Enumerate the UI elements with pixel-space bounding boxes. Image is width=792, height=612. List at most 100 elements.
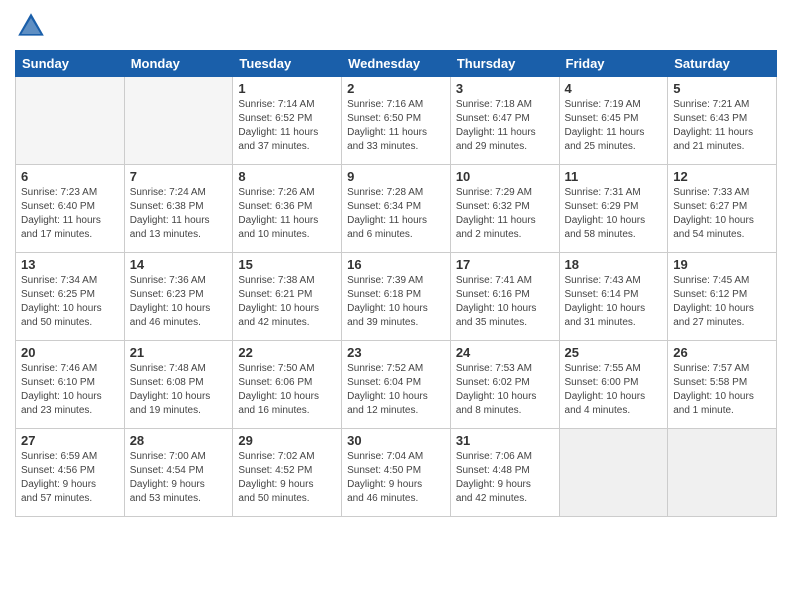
calendar-header: SundayMondayTuesdayWednesdayThursdayFrid… xyxy=(16,51,777,77)
week-row-4: 20Sunrise: 7:46 AM Sunset: 6:10 PM Dayli… xyxy=(16,341,777,429)
day-info: Sunrise: 7:14 AM Sunset: 6:52 PM Dayligh… xyxy=(238,98,336,154)
day-info: Sunrise: 7:31 AM Sunset: 6:29 PM Dayligh… xyxy=(565,186,663,242)
day-info: Sunrise: 7:26 AM Sunset: 6:36 PM Dayligh… xyxy=(238,186,336,242)
day-number: 18 xyxy=(565,257,663,272)
day-cell: 13 Sunrise: 7:34 AM Sunset: 6:25 PM Dayli… xyxy=(16,253,125,341)
day-number: 19 xyxy=(673,257,771,272)
day-info: Sunrise: 7:39 AM Sunset: 6:18 PM Dayligh… xyxy=(347,274,445,330)
day-cell: 16 Sunrise: 7:39 AM Sunset: 6:18 PM Dayli… xyxy=(342,253,451,341)
day-number: 29 xyxy=(238,433,336,448)
day-cell: 26 Sunrise: 7:57 AM Sunset: 5:58 PM Dayli… xyxy=(668,341,777,429)
day-number: 3 xyxy=(456,81,554,96)
day-number: 20 xyxy=(21,345,119,360)
calendar-body: 1 Sunrise: 7:14 AM Sunset: 6:52 PM Daylig… xyxy=(16,77,777,517)
day-info: Sunrise: 7:34 AM Sunset: 6:25 PM Dayligh… xyxy=(21,274,119,330)
day-cell: 22 Sunrise: 7:50 AM Sunset: 6:06 PM Dayli… xyxy=(233,341,342,429)
day-cell: 27 Sunrise: 6:59 AM Sunset: 4:56 PM Dayli… xyxy=(16,429,125,517)
day-info: Sunrise: 7:04 AM Sunset: 4:50 PM Dayligh… xyxy=(347,450,445,506)
day-info: Sunrise: 7:02 AM Sunset: 4:52 PM Dayligh… xyxy=(238,450,336,506)
day-cell: 20Sunrise: 7:46 AM Sunset: 6:10 PM Dayli… xyxy=(16,341,125,429)
day-number: 22 xyxy=(238,345,336,360)
day-number: 9 xyxy=(347,169,445,184)
day-cell xyxy=(16,77,125,165)
day-cell: 31 Sunrise: 7:06 AM Sunset: 4:48 PM Dayli… xyxy=(450,429,559,517)
day-cell: 21 Sunrise: 7:48 AM Sunset: 6:08 PM Dayli… xyxy=(124,341,233,429)
week-row-2: 6Sunrise: 7:23 AM Sunset: 6:40 PM Daylig… xyxy=(16,165,777,253)
day-cell: 28 Sunrise: 7:00 AM Sunset: 4:54 PM Dayli… xyxy=(124,429,233,517)
day-number: 8 xyxy=(238,169,336,184)
day-cell: 3Sunrise: 7:18 AM Sunset: 6:47 PM Daylig… xyxy=(450,77,559,165)
day-cell: 11Sunrise: 7:31 AM Sunset: 6:29 PM Dayli… xyxy=(559,165,668,253)
day-cell: 30 Sunrise: 7:04 AM Sunset: 4:50 PM Dayli… xyxy=(342,429,451,517)
day-info: Sunrise: 7:28 AM Sunset: 6:34 PM Dayligh… xyxy=(347,186,445,242)
day-cell: 8 Sunrise: 7:26 AM Sunset: 6:36 PM Daylig… xyxy=(233,165,342,253)
day-number: 31 xyxy=(456,433,554,448)
day-cell xyxy=(559,429,668,517)
weekday-header-wednesday: Wednesday xyxy=(342,51,451,77)
day-info: Sunrise: 7:24 AM Sunset: 6:38 PM Dayligh… xyxy=(130,186,228,242)
day-cell: 9 Sunrise: 7:28 AM Sunset: 6:34 PM Daylig… xyxy=(342,165,451,253)
day-info: Sunrise: 7:55 AM Sunset: 6:00 PM Dayligh… xyxy=(565,362,663,418)
day-info: Sunrise: 7:43 AM Sunset: 6:14 PM Dayligh… xyxy=(565,274,663,330)
day-number: 24 xyxy=(456,345,554,360)
day-number: 27 xyxy=(21,433,119,448)
day-number: 7 xyxy=(130,169,228,184)
weekday-header-tuesday: Tuesday xyxy=(233,51,342,77)
week-row-3: 13 Sunrise: 7:34 AM Sunset: 6:25 PM Dayli… xyxy=(16,253,777,341)
day-cell: 18 Sunrise: 7:43 AM Sunset: 6:14 PM Dayli… xyxy=(559,253,668,341)
day-number: 26 xyxy=(673,345,771,360)
day-info: Sunrise: 7:16 AM Sunset: 6:50 PM Dayligh… xyxy=(347,98,445,154)
day-number: 2 xyxy=(347,81,445,96)
day-number: 30 xyxy=(347,433,445,448)
day-info: Sunrise: 7:21 AM Sunset: 6:43 PM Dayligh… xyxy=(673,98,771,154)
day-number: 21 xyxy=(130,345,228,360)
day-number: 28 xyxy=(130,433,228,448)
day-info: Sunrise: 7:57 AM Sunset: 5:58 PM Dayligh… xyxy=(673,362,771,418)
day-info: Sunrise: 7:53 AM Sunset: 6:02 PM Dayligh… xyxy=(456,362,554,418)
page: SundayMondayTuesdayWednesdayThursdayFrid… xyxy=(0,0,792,527)
day-number: 13 xyxy=(21,257,119,272)
day-number: 1 xyxy=(238,81,336,96)
day-info: Sunrise: 6:59 AM Sunset: 4:56 PM Dayligh… xyxy=(21,450,119,506)
day-number: 10 xyxy=(456,169,554,184)
day-cell: 14 Sunrise: 7:36 AM Sunset: 6:23 PM Dayli… xyxy=(124,253,233,341)
day-info: Sunrise: 7:38 AM Sunset: 6:21 PM Dayligh… xyxy=(238,274,336,330)
day-info: Sunrise: 7:33 AM Sunset: 6:27 PM Dayligh… xyxy=(673,186,771,242)
day-info: Sunrise: 7:48 AM Sunset: 6:08 PM Dayligh… xyxy=(130,362,228,418)
weekday-header-saturday: Saturday xyxy=(668,51,777,77)
day-cell: 12Sunrise: 7:33 AM Sunset: 6:27 PM Dayli… xyxy=(668,165,777,253)
day-info: Sunrise: 7:19 AM Sunset: 6:45 PM Dayligh… xyxy=(565,98,663,154)
day-cell: 6Sunrise: 7:23 AM Sunset: 6:40 PM Daylig… xyxy=(16,165,125,253)
day-cell: 23Sunrise: 7:52 AM Sunset: 6:04 PM Dayli… xyxy=(342,341,451,429)
day-number: 14 xyxy=(130,257,228,272)
weekday-header-sunday: Sunday xyxy=(16,51,125,77)
day-cell: 10Sunrise: 7:29 AM Sunset: 6:32 PM Dayli… xyxy=(450,165,559,253)
header xyxy=(15,10,777,42)
logo-icon xyxy=(15,10,47,42)
day-info: Sunrise: 7:50 AM Sunset: 6:06 PM Dayligh… xyxy=(238,362,336,418)
calendar: SundayMondayTuesdayWednesdayThursdayFrid… xyxy=(15,50,777,517)
day-number: 16 xyxy=(347,257,445,272)
day-cell: 25 Sunrise: 7:55 AM Sunset: 6:00 PM Dayli… xyxy=(559,341,668,429)
day-number: 25 xyxy=(565,345,663,360)
day-number: 5 xyxy=(673,81,771,96)
day-info: Sunrise: 7:23 AM Sunset: 6:40 PM Dayligh… xyxy=(21,186,119,242)
day-info: Sunrise: 7:36 AM Sunset: 6:23 PM Dayligh… xyxy=(130,274,228,330)
day-cell: 24 Sunrise: 7:53 AM Sunset: 6:02 PM Dayli… xyxy=(450,341,559,429)
day-cell: 19Sunrise: 7:45 AM Sunset: 6:12 PM Dayli… xyxy=(668,253,777,341)
day-cell: 5 Sunrise: 7:21 AM Sunset: 6:43 PM Daylig… xyxy=(668,77,777,165)
day-info: Sunrise: 7:41 AM Sunset: 6:16 PM Dayligh… xyxy=(456,274,554,330)
day-info: Sunrise: 7:00 AM Sunset: 4:54 PM Dayligh… xyxy=(130,450,228,506)
day-number: 4 xyxy=(565,81,663,96)
day-cell xyxy=(124,77,233,165)
weekday-header-monday: Monday xyxy=(124,51,233,77)
weekday-header-friday: Friday xyxy=(559,51,668,77)
day-info: Sunrise: 7:06 AM Sunset: 4:48 PM Dayligh… xyxy=(456,450,554,506)
logo xyxy=(15,10,51,42)
day-cell: 2 Sunrise: 7:16 AM Sunset: 6:50 PM Daylig… xyxy=(342,77,451,165)
day-cell: 17Sunrise: 7:41 AM Sunset: 6:16 PM Dayli… xyxy=(450,253,559,341)
day-cell: 1 Sunrise: 7:14 AM Sunset: 6:52 PM Daylig… xyxy=(233,77,342,165)
day-cell: 29 Sunrise: 7:02 AM Sunset: 4:52 PM Dayli… xyxy=(233,429,342,517)
day-cell: 4 Sunrise: 7:19 AM Sunset: 6:45 PM Daylig… xyxy=(559,77,668,165)
day-number: 15 xyxy=(238,257,336,272)
